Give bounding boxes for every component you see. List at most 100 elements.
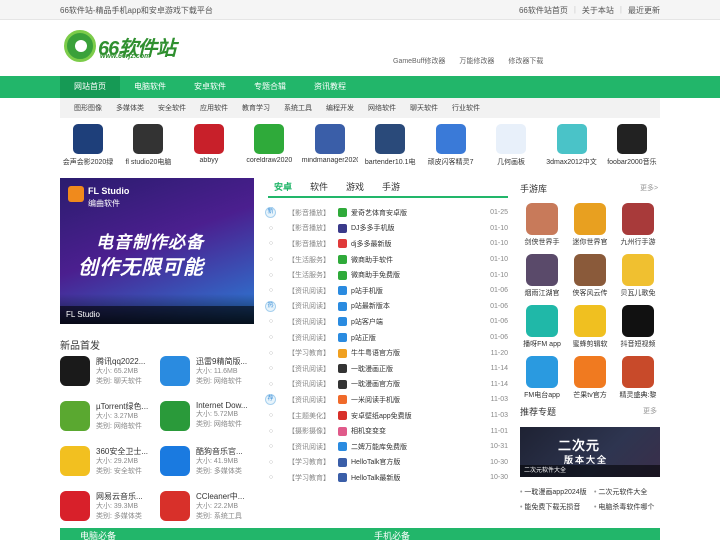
top-link-about[interactable]: 关于本站 [582, 5, 614, 16]
list-app-name[interactable]: HelloTalk最新版 [351, 473, 484, 483]
list-item[interactable]: ○ 【影音播放】 DJ多多手机版 01-10 [264, 221, 508, 237]
list-item[interactable]: ○ 【资讯阅读】 二婢万能库免费版 10-31 [264, 439, 508, 455]
subnav-item-8[interactable]: 聊天软件 [410, 103, 438, 113]
subnav-item-0[interactable]: 图形图像 [74, 103, 102, 113]
list-item[interactable]: ○ 【资讯阅读】 p站正版 01-06 [264, 330, 508, 346]
new-app-card[interactable]: 酷狗音乐官... 大小: 41.9MB 类别: 多媒体类 [160, 446, 256, 490]
nav-item-1[interactable]: 电脑软件 [120, 76, 180, 98]
featured-app[interactable]: fl studio20电脑 [120, 124, 176, 168]
list-category[interactable]: 【资讯阅读】 [288, 317, 338, 327]
list-item[interactable]: ○ 【资讯阅读】 p站手机版 01-06 [264, 283, 508, 299]
featured-app[interactable]: coreldraw2020 [241, 124, 297, 168]
game-item[interactable]: 精灵盛典:黎 [616, 356, 660, 407]
new-app-card[interactable]: µTorrent绿色... 大小: 3.27MB 类别: 网络软件 [60, 401, 156, 445]
header-link-gamebuff[interactable]: GameBuff修改器 [393, 56, 445, 66]
list-app-name[interactable]: p站最新版本 [351, 301, 484, 311]
recommend-link[interactable]: 能免费下载无损音 [520, 500, 594, 515]
list-item[interactable]: ○ 【资讯阅读】 p站客户端 01-06 [264, 314, 508, 330]
list-category[interactable]: 【资讯阅读】 [288, 395, 338, 405]
list-app-name[interactable]: HelloTalk官方版 [351, 457, 484, 467]
game-item[interactable]: 侠客风云传 [568, 254, 612, 305]
site-logo[interactable]: 66软件站 www.66rjz.com [64, 30, 184, 64]
list-item[interactable]: 荐 【资讯阅读】 一米阅读手机版 11-03 [264, 392, 508, 408]
list-category[interactable]: 【资讯阅读】 [288, 301, 338, 311]
list-app-name[interactable]: p站客户端 [351, 317, 484, 327]
list-app-name[interactable]: p站正版 [351, 333, 484, 343]
featured-app[interactable]: 几何画板 [483, 124, 539, 168]
game-lib-more-link[interactable]: 更多> [640, 183, 658, 193]
list-app-name[interactable]: 二婢万能库免费版 [351, 442, 484, 452]
list-category[interactable]: 【资讯阅读】 [288, 379, 338, 389]
subnav-item-9[interactable]: 行业软件 [452, 103, 480, 113]
list-item[interactable]: ○ 【学习教育】 HelloTalk最新版 10-30 [264, 470, 508, 486]
list-app-name[interactable]: 微商助手免费版 [351, 270, 484, 280]
fl-studio-banner[interactable]: FL Studio 编曲软件 电音制作必备 创作无限可能 FL Studio [60, 178, 254, 324]
list-category[interactable]: 【影音播放】 [288, 239, 338, 249]
game-item[interactable]: 九州行手游 [616, 203, 660, 254]
list-app-name[interactable]: 牛牛粤语官方版 [351, 348, 484, 358]
nav-item-2[interactable]: 安卓软件 [180, 76, 240, 98]
featured-app[interactable]: mindmanager2020 [302, 124, 358, 168]
list-category[interactable]: 【学习教育】 [288, 473, 338, 483]
tab-0[interactable]: 安卓 [274, 180, 292, 196]
header-link-universal-modifier[interactable]: 万能修改器 [459, 56, 494, 66]
header-link-modifier-download[interactable]: 修改器下载 [508, 56, 543, 66]
list-category[interactable]: 【资讯阅读】 [288, 286, 338, 296]
list-app-name[interactable]: 相机变变变 [351, 426, 484, 436]
tab-1[interactable]: 软件 [310, 180, 328, 196]
featured-app[interactable]: 顽皮闪客精灵7 [423, 124, 479, 168]
list-app-name[interactable]: 一耽漫画正版 [351, 364, 484, 374]
subnav-item-2[interactable]: 安全软件 [158, 103, 186, 113]
list-category[interactable]: 【摄影摄像】 [288, 426, 338, 436]
list-item[interactable]: ○ 【主题美化】 安卓壁纸app免费版 11-03 [264, 408, 508, 424]
list-category[interactable]: 【资讯阅读】 [288, 333, 338, 343]
list-category[interactable]: 【影音播放】 [288, 208, 338, 218]
new-app-card[interactable]: 腾讯qq2022... 大小: 65.2MB 类别: 聊天软件 [60, 356, 156, 400]
featured-app[interactable]: bartender10.1电 [362, 124, 418, 168]
nav-item-0[interactable]: 网站首页 [60, 76, 120, 98]
list-app-name[interactable]: 一耽漫画官方版 [351, 379, 484, 389]
list-category[interactable]: 【生活服务】 [288, 255, 338, 265]
featured-app[interactable]: abbyy [181, 124, 237, 168]
list-category[interactable]: 【学习教育】 [288, 457, 338, 467]
list-app-name[interactable]: 一米阅读手机版 [351, 395, 484, 405]
list-item[interactable]: ○ 【生活服务】 微商助手免费版 01-10 [264, 267, 508, 283]
list-category[interactable]: 【学习教育】 [288, 348, 338, 358]
recommend-banner[interactable]: 二次元 版本大全 二次元软件大全 [520, 427, 660, 477]
subnav-item-1[interactable]: 多媒体类 [116, 103, 144, 113]
featured-app[interactable]: 3dmax2012中文 [544, 124, 600, 168]
nav-item-4[interactable]: 资讯教程 [300, 76, 360, 98]
list-category[interactable]: 【资讯阅读】 [288, 442, 338, 452]
recommend-link[interactable]: 一耽漫画app2024版 [520, 485, 594, 500]
featured-app[interactable]: foobar2000音乐 [604, 124, 660, 168]
list-category[interactable]: 【资讯阅读】 [288, 364, 338, 374]
subnav-item-4[interactable]: 教育学习 [242, 103, 270, 113]
subnav-item-7[interactable]: 网络软件 [368, 103, 396, 113]
new-app-card[interactable]: Internet Dow... 大小: 5.72MB 类别: 网络软件 [160, 401, 256, 445]
recommend-more-link[interactable]: 更多 [643, 406, 657, 416]
list-app-name[interactable]: DJ多多手机版 [351, 223, 484, 233]
list-app-name[interactable]: p站手机版 [351, 286, 484, 296]
list-item[interactable]: ○ 【学习教育】 HelloTalk官方版 10-30 [264, 455, 508, 471]
game-item[interactable]: 抖音短视频 [616, 305, 660, 356]
list-app-name[interactable]: 安卓壁纸app免费版 [351, 411, 484, 421]
list-item[interactable]: ○ 【学习教育】 牛牛粤语官方版 11-20 [264, 345, 508, 361]
list-item[interactable]: 新 【影音播放】 爱奇艺体育安卓版 01-25 [264, 205, 508, 221]
list-category[interactable]: 【影音播放】 [288, 223, 338, 233]
new-app-card[interactable]: 迅雷9精简版... 大小: 11.6MB 类别: 网络软件 [160, 356, 256, 400]
game-item[interactable]: 烟雨江湖官 [520, 254, 564, 305]
list-app-name[interactable]: 微商助手软件 [351, 255, 484, 265]
subnav-item-3[interactable]: 应用软件 [200, 103, 228, 113]
game-item[interactable]: 迷你世界官 [568, 203, 612, 254]
list-app-name[interactable]: dj多多最新版 [351, 239, 484, 249]
list-category[interactable]: 【主题美化】 [288, 411, 338, 421]
tab-2[interactable]: 游戏 [346, 180, 364, 196]
list-app-name[interactable]: 爱奇艺体育安卓版 [351, 208, 484, 218]
list-item[interactable]: ○ 【资讯阅读】 一耽漫画官方版 11-14 [264, 377, 508, 393]
game-item[interactable]: 播呀FM app [520, 305, 564, 356]
list-item[interactable]: ○ 【资讯阅读】 一耽漫画正版 11-14 [264, 361, 508, 377]
list-item[interactable]: ○ 【生活服务】 微商助手软件 01-10 [264, 252, 508, 268]
recommend-link[interactable]: 二次元软件大全 [594, 485, 660, 500]
game-item[interactable]: 蜜蜂剪辑软 [568, 305, 612, 356]
list-item[interactable]: 热 【资讯阅读】 p站最新版本 01-06 [264, 299, 508, 315]
